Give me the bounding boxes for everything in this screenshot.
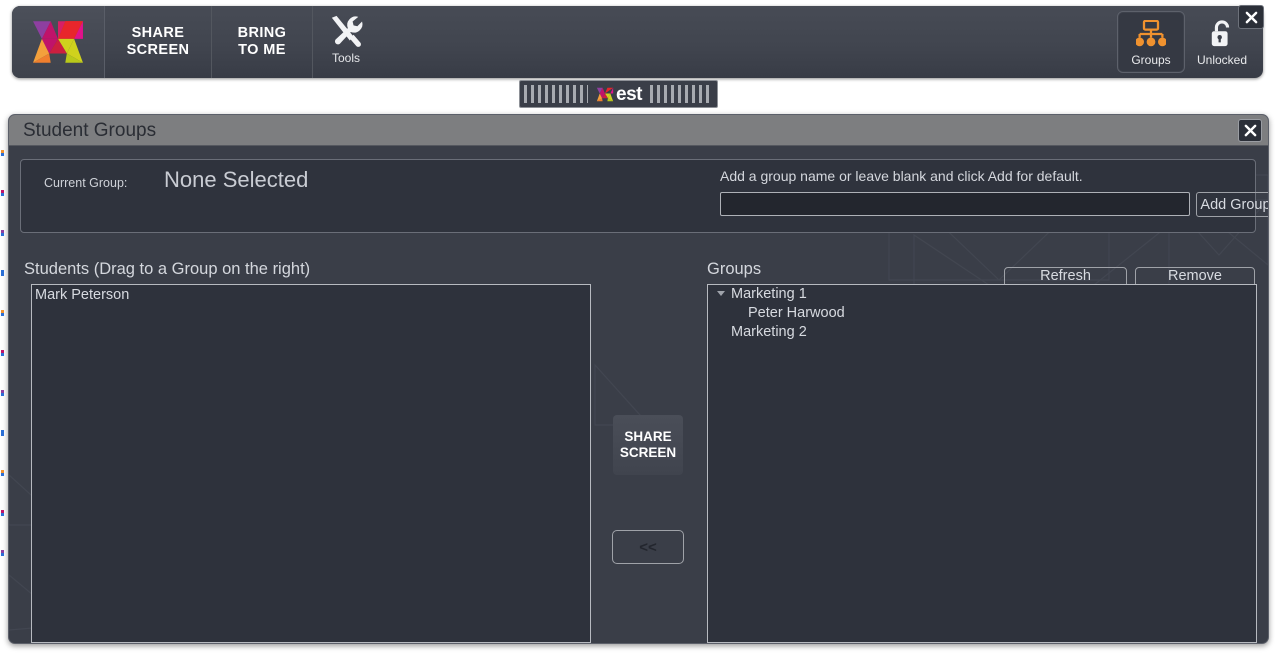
dialog-close-button[interactable] bbox=[1238, 119, 1262, 142]
toolbar-bring-to-me-line1: BRING bbox=[237, 25, 287, 41]
groups-heading: Groups bbox=[707, 260, 762, 278]
toolbar-close-button[interactable] bbox=[1238, 5, 1264, 29]
group-name-input[interactable] bbox=[720, 192, 1190, 216]
chevron-down-icon[interactable] bbox=[717, 291, 725, 296]
add-group-hint: Add a group name or leave blank and clic… bbox=[720, 168, 1083, 184]
list-item[interactable]: Mark Peterson bbox=[32, 285, 590, 306]
main-toolbar: SHARE SCREEN BRING TO ME Tools Groups Un… bbox=[12, 5, 1264, 78]
group-node-marketing-2[interactable]: Marketing 2 bbox=[708, 323, 1256, 342]
xest-brand-text: est bbox=[616, 83, 642, 105]
edge-tick bbox=[1, 350, 4, 356]
student-groups-dialog: Student Groups Current Group: None Selec… bbox=[8, 114, 1269, 644]
edge-tick bbox=[1, 430, 4, 436]
groups-tree[interactable]: Marketing 1 Peter Harwood Marketing 2 bbox=[707, 284, 1257, 643]
toolbar-share-screen-button[interactable]: SHARE SCREEN bbox=[105, 6, 212, 78]
toolbar-share-screen-line1: SHARE bbox=[131, 25, 185, 41]
xest-brand: est bbox=[588, 81, 649, 107]
add-group-button[interactable]: Add Group bbox=[1196, 192, 1268, 217]
toolbar-groups-label: Groups bbox=[1131, 53, 1171, 67]
close-icon bbox=[1245, 11, 1257, 23]
toolbar-right-group: Groups Unlocked bbox=[1117, 6, 1255, 78]
move-back-button[interactable]: << bbox=[612, 530, 684, 564]
current-group-label: Current Group: bbox=[44, 176, 128, 190]
edge-tick bbox=[1, 230, 4, 236]
edge-tick bbox=[1, 510, 4, 516]
org-chart-icon bbox=[1136, 17, 1166, 51]
center-share-line2: SCREEN bbox=[619, 445, 677, 460]
toolbar-tools-button[interactable]: Tools bbox=[313, 6, 380, 86]
edge-tick bbox=[1, 470, 4, 476]
edge-tick bbox=[1, 270, 4, 276]
group-member-label: Peter Harwood bbox=[748, 305, 845, 321]
xest-x-logo-icon bbox=[33, 21, 83, 63]
edge-tick bbox=[1, 190, 4, 196]
edge-tick bbox=[1, 550, 4, 556]
app-logo-cell bbox=[12, 6, 105, 78]
dialog-body: Current Group: None Selected Add a group… bbox=[9, 145, 1268, 643]
tools-wrench-screwdriver-icon bbox=[331, 15, 363, 47]
toolbar-unlocked-label: Unlocked bbox=[1196, 53, 1248, 67]
group-node-label: Marketing 2 bbox=[731, 324, 807, 340]
toolbar-bring-to-me-line2: TO ME bbox=[238, 42, 286, 58]
current-group-panel: Current Group: None Selected Add a group… bbox=[20, 159, 1268, 233]
toolbar-tools-label: Tools bbox=[331, 51, 360, 65]
dialog-titlebar[interactable]: Student Groups bbox=[9, 115, 1268, 146]
share-screen-to-group-button[interactable]: SHARE SCREEN bbox=[613, 415, 683, 475]
edge-tick bbox=[1, 150, 4, 156]
group-member-peter-harwood[interactable]: Peter Harwood bbox=[708, 304, 1256, 323]
group-node-marketing-1[interactable]: Marketing 1 bbox=[708, 285, 1256, 304]
edge-tick-strip bbox=[0, 150, 6, 620]
window-drag-handle[interactable]: est bbox=[519, 80, 718, 108]
toolbar-share-screen-line2: SCREEN bbox=[126, 42, 190, 58]
edge-tick bbox=[1, 310, 4, 316]
group-node-label: Marketing 1 bbox=[731, 286, 807, 302]
center-share-line1: SHARE bbox=[624, 429, 672, 444]
students-heading: Students (Drag to a Group on the right) bbox=[24, 260, 311, 278]
close-icon bbox=[1244, 124, 1256, 137]
current-group-value: None Selected bbox=[164, 167, 309, 192]
open-padlock-icon bbox=[1209, 17, 1235, 51]
edge-tick bbox=[1, 390, 4, 396]
students-list[interactable]: Mark Peterson bbox=[31, 284, 591, 643]
dialog-title: Student Groups bbox=[23, 120, 157, 141]
toolbar-bring-to-me-button[interactable]: BRING TO ME bbox=[212, 6, 313, 78]
xest-x-mark-icon bbox=[596, 87, 614, 101]
toolbar-groups-button[interactable]: Groups bbox=[1117, 11, 1185, 73]
